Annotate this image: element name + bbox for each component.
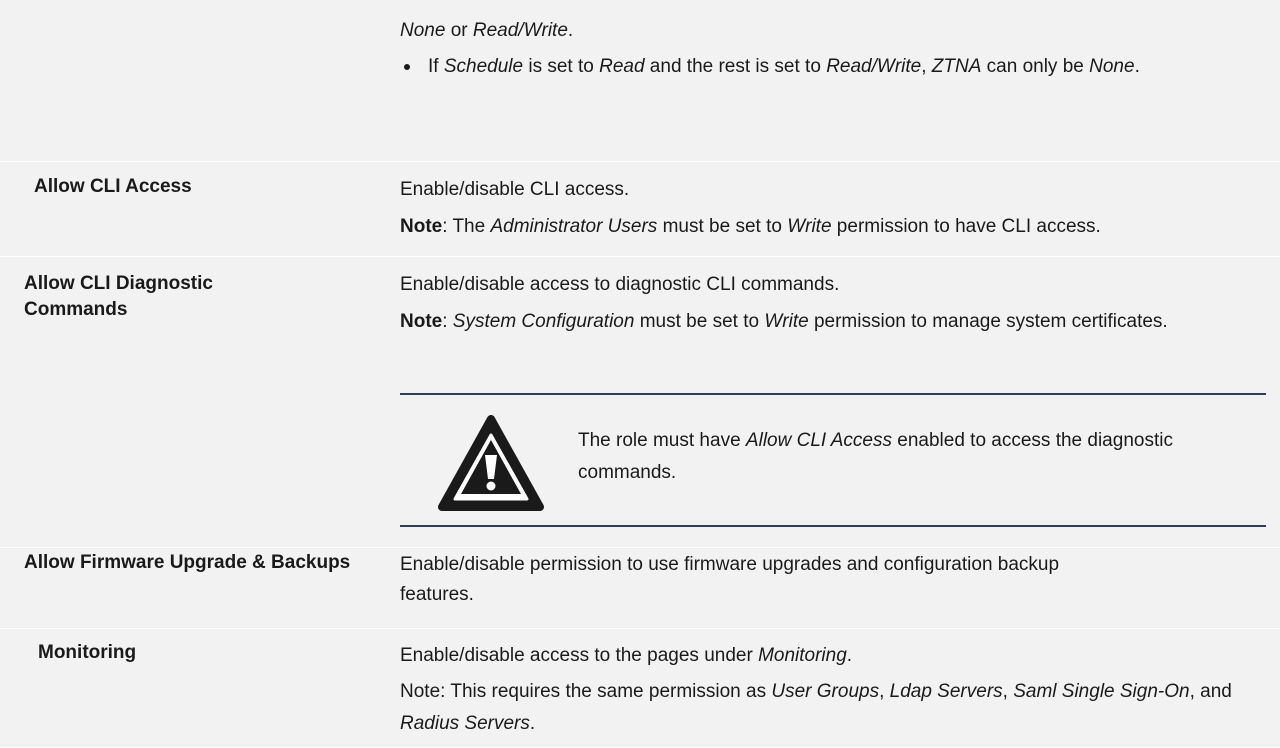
note-text: Note: This requires the same permission … [400, 681, 1232, 734]
row-description: Enable/disable permission to use firmwar… [400, 550, 1120, 610]
table-row: None or Read/Write. If Schedule is set t… [0, 0, 1280, 162]
warning-text: The role must have Allow CLI Access enab… [578, 430, 1173, 483]
description-text: Enable/disable CLI access. [400, 179, 630, 200]
row-description: Enable/disable access to the pages under… [400, 639, 1270, 740]
warning-triangle-icon [438, 415, 544, 511]
description-text: Enable/disable access to diagnostic CLI … [400, 274, 840, 295]
description-text: Enable/disable permission to use firmwar… [400, 554, 1060, 605]
row-label: Allow CLI Diagnostic Commands [24, 273, 213, 320]
warning-callout: The role must have Allow CLI Access enab… [400, 393, 1266, 527]
table-row: Monitoring Enable/disable access to the … [0, 629, 1280, 748]
row-label: Allow CLI Access [34, 176, 192, 197]
table-row: Allow Firmware Upgrade & Backups Enable/… [0, 548, 1280, 629]
bullet-list: If Schedule is set to Read and the rest … [400, 50, 1260, 84]
table-row: Allow CLI Access Enable/disable CLI acce… [0, 162, 1280, 257]
description-text: Enable/disable access to the pages under… [400, 645, 853, 666]
continuation-line: None or Read/Write. [400, 20, 574, 41]
row-label: Monitoring [38, 642, 137, 663]
note-text: Note: The Administrator Users must be se… [400, 216, 1101, 237]
row-description: Enable/disable access to diagnostic CLI … [400, 268, 1220, 339]
note-text: Note: System Configuration must be set t… [400, 311, 1168, 332]
row-description: None or Read/Write. If Schedule is set t… [400, 14, 1260, 84]
table-row: Allow CLI Diagnostic Commands Enable/dis… [0, 257, 1280, 548]
row-label: Allow Firmware Upgrade & Backups [24, 552, 351, 573]
list-item: If Schedule is set to Read and the rest … [400, 50, 1188, 84]
row-description: Enable/disable CLI access. Note: The Adm… [400, 173, 1250, 244]
permissions-table: None or Read/Write. If Schedule is set t… [0, 0, 1280, 748]
